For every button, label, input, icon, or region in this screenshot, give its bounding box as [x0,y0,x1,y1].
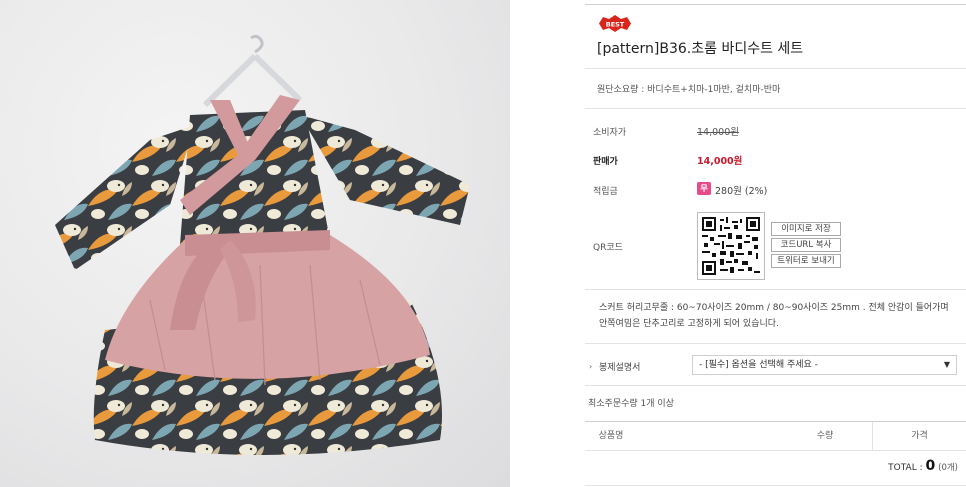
product-info-panel: BEST [pattern]B36.초롬 바디수트 세트 원단소요량 : 바디수… [585,0,966,487]
qr-divider [585,289,966,290]
total-separator: : [916,463,926,473]
sale-price-label: 판매가 [593,157,618,167]
order-total: TOTAL : 0 (0개) [888,458,958,474]
option-select[interactable]: - [필수] 옵션을 선택해 주세요 - ▼ [692,355,957,375]
points-label: 적립금 [593,187,618,197]
option-select-value: - [필수] 옵션을 선택해 주세요 - [699,360,818,370]
option-label: 봉제설명서 [599,363,641,373]
bottom-divider [585,485,966,486]
consumer-price-label: 소비자가 [593,128,627,138]
best-badge-icon: BEST [599,15,631,32]
description-divider [585,343,966,344]
min-order-quantity: 최소주문수량 1개 이상 [588,399,674,409]
qr-code [697,212,765,280]
best-badge-label: BEST [606,21,625,29]
option-bullet-icon: › [589,362,593,371]
top-divider [585,4,966,5]
product-image [0,0,510,487]
fabric-divider [585,108,966,109]
product-description: 스커트 허리고무줄 : 60~70사이즈 20mm / 80~90사이즈 25m… [599,303,949,329]
total-count: (0개) [938,463,958,473]
chevron-down-icon: ▼ [943,360,950,369]
qr-code-icon [702,217,760,275]
product-title: [pattern]B36.초롬 바디수트 세트 [597,41,804,57]
column-quantity: 수량 [816,431,834,441]
total-label: TOTAL [888,463,917,473]
title-divider [585,68,966,69]
fabric-requirement: 원단소요량 : 바디수트+치마-1마반, 겉치마-반마 [597,85,781,95]
sale-price-value: 14,000원 [697,156,743,167]
points-value: 280원 (2%) [715,186,768,197]
column-price: 가격 [872,422,966,450]
option-divider [585,385,966,386]
total-amount: 0 [925,458,936,474]
product-photo-illustration [55,34,470,455]
copy-code-url-button[interactable]: 코드URL 복사 [771,238,841,252]
column-product-name: 상품명 [598,431,624,441]
send-to-twitter-button[interactable]: 트위터로 보내기 [771,254,841,268]
qr-label: QR코드 [593,243,623,253]
order-table-header: 상품명 수량 가격 [585,421,966,451]
save-as-image-button[interactable]: 이미지로 저장 [771,222,841,236]
points-icon: 무 [697,182,711,195]
consumer-price-value: 14,000원 [697,127,739,138]
